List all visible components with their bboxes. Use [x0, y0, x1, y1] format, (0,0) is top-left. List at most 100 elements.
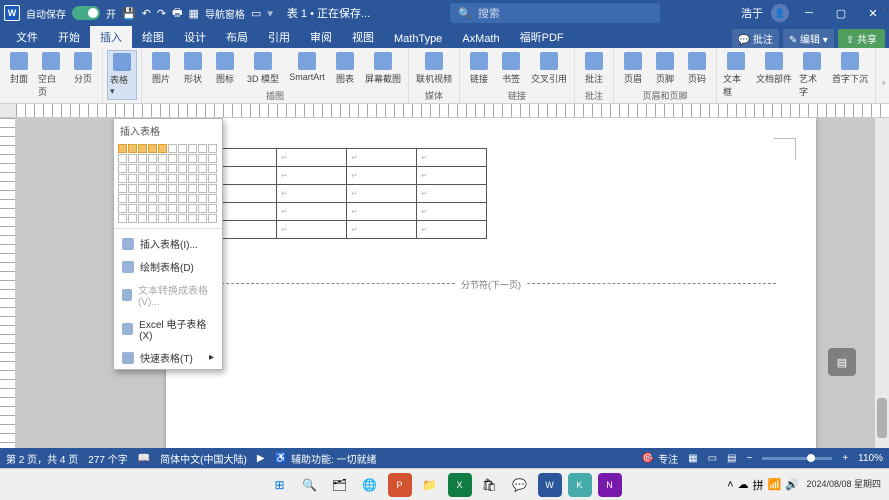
grid-cell[interactable]: [148, 204, 157, 213]
ribbon-signature-line[interactable]: ▫签名行 ▾: [882, 0, 889, 38]
layout-options-button[interactable]: ▤: [828, 348, 856, 376]
grid-cell[interactable]: [198, 184, 207, 193]
grid-cell[interactable]: [118, 164, 127, 173]
table-cell[interactable]: [347, 203, 417, 221]
grid-cell[interactable]: [168, 174, 177, 183]
table-cell[interactable]: [277, 167, 347, 185]
dropdown-insert-table[interactable]: 插入表格(I)...: [114, 232, 222, 255]
ribbon-drop-cap[interactable]: 首字下沉: [829, 50, 871, 87]
print-icon[interactable]: 🖶: [172, 4, 182, 23]
table-cell[interactable]: [347, 167, 417, 185]
grid-cell[interactable]: [208, 154, 217, 163]
ribbon-icons[interactable]: 图标: [210, 50, 240, 87]
grid-cell[interactable]: [158, 164, 167, 173]
undo-icon[interactable]: ↶: [142, 7, 151, 20]
tab-布局[interactable]: 布局: [216, 26, 258, 48]
table-cell[interactable]: [277, 203, 347, 221]
grid-cell[interactable]: [188, 214, 197, 223]
ribbon-3d-models[interactable]: 3D 模型: [242, 50, 284, 87]
tab-引用[interactable]: 引用: [258, 26, 300, 48]
grid-cell[interactable]: [178, 204, 187, 213]
grid-cell[interactable]: [118, 214, 127, 223]
table-cell[interactable]: [347, 149, 417, 167]
ribbon-wordart[interactable]: 艺术字: [797, 50, 827, 100]
macro-icon[interactable]: ▶: [257, 453, 265, 464]
taskbar-explorer[interactable]: 🗂: [328, 473, 352, 497]
zoom-slider[interactable]: [762, 457, 832, 460]
grid-cell[interactable]: [118, 184, 127, 193]
ribbon-quick-parts[interactable]: 文档部件: [753, 50, 795, 87]
ribbon-comment[interactable]: 批注: [579, 50, 609, 87]
grid-cell[interactable]: [188, 154, 197, 163]
table-cell[interactable]: [417, 221, 487, 239]
web-layout-view[interactable]: ▤: [727, 453, 736, 464]
focus-mode[interactable]: 🎯专注: [642, 451, 678, 466]
ribbon-cover-page[interactable]: 封面: [4, 50, 34, 87]
ribbon-text-box[interactable]: 文本框: [721, 50, 751, 100]
ribbon-table[interactable]: 表格 ▾: [107, 50, 137, 100]
ribbon-link[interactable]: 链接: [464, 50, 494, 87]
comments-button[interactable]: 💬 批注: [732, 29, 779, 48]
grid-cell[interactable]: [158, 204, 167, 213]
tray-onedrive-icon[interactable]: ☁: [738, 478, 749, 491]
grid-cell[interactable]: [158, 184, 167, 193]
tab-绘图[interactable]: 绘图: [132, 26, 174, 48]
grid-cell[interactable]: [168, 204, 177, 213]
grid-cell[interactable]: [178, 174, 187, 183]
grid-cell[interactable]: [198, 164, 207, 173]
grid-cell[interactable]: [208, 214, 217, 223]
taskbar-edge[interactable]: 🌐: [358, 473, 382, 497]
zoom-in[interactable]: +: [842, 453, 848, 464]
grid-cell[interactable]: [188, 194, 197, 203]
grid-cell[interactable]: [128, 154, 137, 163]
grid-cell[interactable]: [178, 194, 187, 203]
table-cell[interactable]: [347, 221, 417, 239]
dropdown-quick-tables[interactable]: 快速表格(T)▸: [114, 346, 222, 369]
grid-cell[interactable]: [178, 144, 187, 153]
tab-设计[interactable]: 设计: [174, 26, 216, 48]
save-icon[interactable]: 💾: [122, 7, 136, 20]
maximize-button[interactable]: ▢: [829, 1, 853, 25]
grid-cell[interactable]: [138, 154, 147, 163]
redo-icon[interactable]: ↷: [157, 7, 166, 20]
grid-cell[interactable]: [208, 164, 217, 173]
grid-cell[interactable]: [188, 204, 197, 213]
grid-cell[interactable]: [168, 184, 177, 193]
grid-cell[interactable]: [138, 174, 147, 183]
grid-cell[interactable]: [168, 194, 177, 203]
grid-cell[interactable]: [168, 164, 177, 173]
grid-cell[interactable]: [138, 194, 147, 203]
grid-cell[interactable]: [128, 144, 137, 153]
grid-cell[interactable]: [178, 154, 187, 163]
vertical-ruler[interactable]: [0, 118, 16, 448]
taskbar-word[interactable]: W: [538, 473, 562, 497]
tray-chevron-icon[interactable]: ˄: [727, 479, 733, 491]
grid-cell[interactable]: [198, 194, 207, 203]
table-cell[interactable]: [277, 221, 347, 239]
grid-cell[interactable]: [198, 174, 207, 183]
grid-cell[interactable]: [128, 204, 137, 213]
grid-cell[interactable]: [118, 144, 127, 153]
tab-审阅[interactable]: 审阅: [300, 26, 342, 48]
user-avatar[interactable]: 👤: [771, 4, 789, 22]
ribbon-header[interactable]: 页眉: [618, 50, 648, 87]
autosave-toggle[interactable]: [72, 6, 100, 20]
table-cell[interactable]: [417, 149, 487, 167]
grid-cell[interactable]: [168, 214, 177, 223]
grid-cell[interactable]: [178, 214, 187, 223]
table-cell[interactable]: [417, 203, 487, 221]
taskbar-clock[interactable]: 2024/08/08 星期四: [806, 480, 881, 490]
ribbon-page-break[interactable]: 分页: [68, 50, 98, 87]
grid-cell[interactable]: [158, 154, 167, 163]
ribbon-pictures[interactable]: 图片: [146, 50, 176, 87]
ribbon-bookmark[interactable]: 书签: [496, 50, 526, 87]
taskbar-excel[interactable]: X: [448, 473, 472, 497]
grid-cell[interactable]: [178, 164, 187, 173]
taskbar-search[interactable]: 🔍: [298, 473, 322, 497]
grid-cell[interactable]: [148, 214, 157, 223]
print-layout-view[interactable]: ▦: [688, 453, 697, 464]
grid-cell[interactable]: [128, 164, 137, 173]
grid-cell[interactable]: [158, 214, 167, 223]
grid-cell[interactable]: [118, 174, 127, 183]
ribbon-cross-ref[interactable]: 交叉引用: [528, 50, 570, 87]
